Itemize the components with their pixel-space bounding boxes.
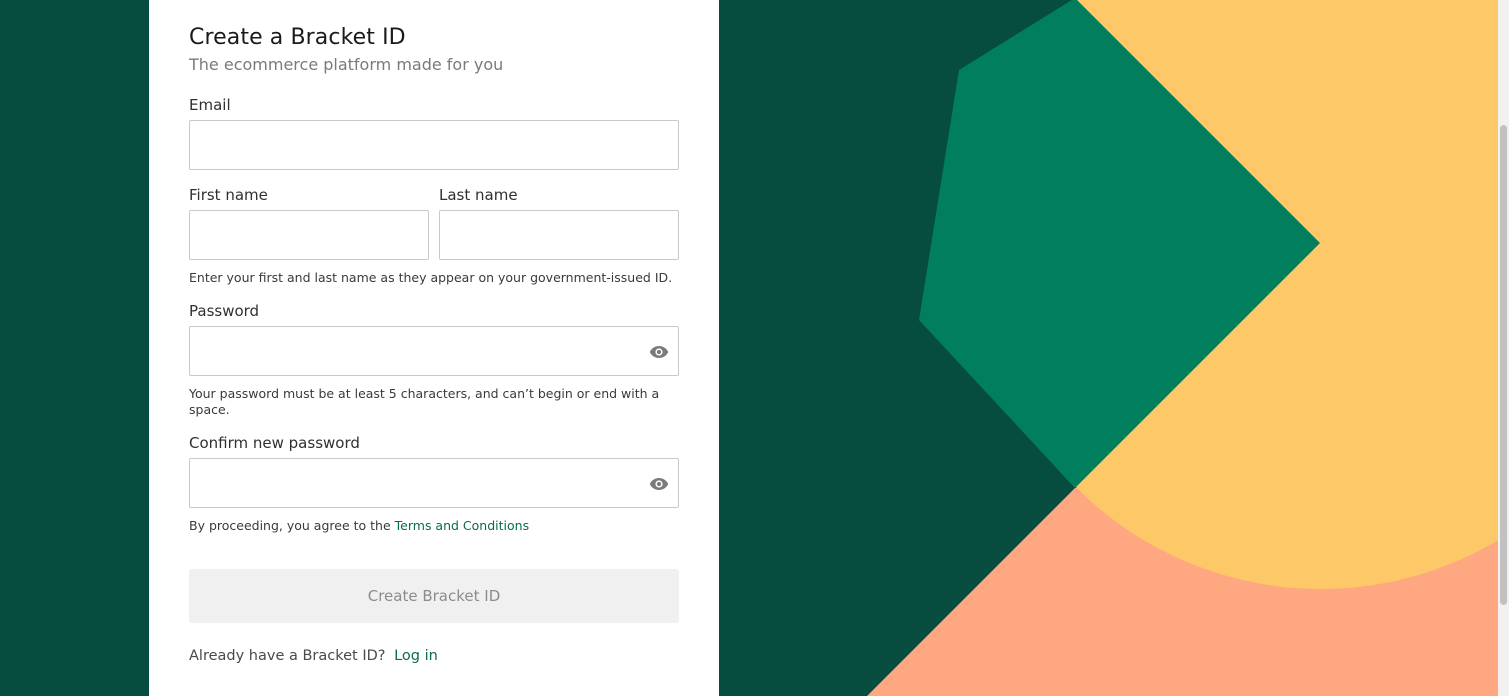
last-name-label: Last name [439, 186, 518, 204]
terms-link[interactable]: Terms and Conditions [395, 518, 529, 533]
password-field[interactable] [189, 326, 679, 376]
password-label: Password [189, 302, 260, 320]
login-prompt: Already have a Bracket ID? [189, 648, 386, 664]
confirm-password-field[interactable] [189, 458, 679, 508]
first-name-label: First name [189, 186, 268, 204]
confirm-password-label: Confirm new password [189, 434, 360, 452]
page-title: Create a Bracket ID [189, 25, 406, 50]
email-field[interactable] [189, 120, 679, 170]
last-name-field[interactable] [439, 210, 679, 260]
email-label: Email [189, 96, 231, 114]
eye-icon[interactable] [649, 344, 669, 358]
login-prompt-row: Already have a Bracket ID? Log in [189, 648, 438, 664]
create-bracket-id-button[interactable]: Create Bracket ID [189, 569, 679, 623]
terms-notice: By proceeding, you agree to the Terms an… [189, 518, 529, 534]
scrollbar[interactable] [1498, 0, 1509, 696]
left-background-band [0, 0, 149, 696]
name-help-text: Enter your first and last name as they a… [189, 270, 673, 285]
login-link[interactable]: Log in [394, 648, 438, 664]
signup-panel: Create a Bracket ID The ecommerce platfo… [149, 0, 719, 696]
password-help-text: Your password must be at least 5 charact… [189, 386, 660, 417]
terms-prefix: By proceeding, you agree to the [189, 518, 391, 533]
first-name-field[interactable] [189, 210, 429, 260]
scrollbar-thumb[interactable] [1500, 125, 1507, 605]
decorative-artwork [719, 0, 1498, 696]
page-subtitle: The ecommerce platform made for you [189, 55, 504, 74]
eye-icon[interactable] [649, 476, 669, 490]
